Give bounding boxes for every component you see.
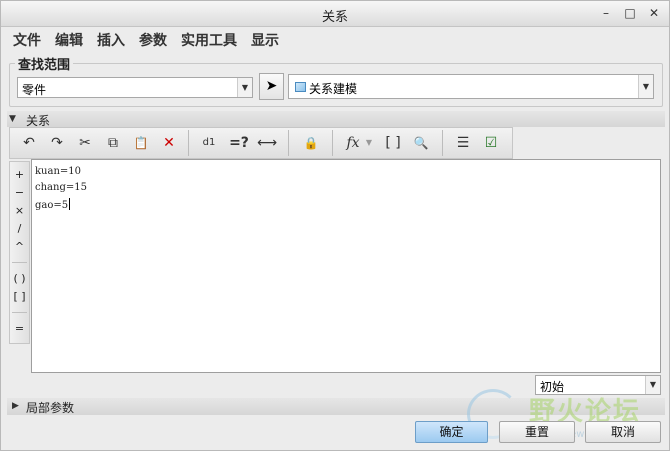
toolbar-divider xyxy=(188,130,189,156)
brackets-icon[interactable]: [ ] xyxy=(382,132,404,154)
menu-show[interactable]: 显示 xyxy=(245,31,287,51)
evaluate-icon[interactable]: =? xyxy=(228,132,250,154)
delete-icon[interactable]: ✕ xyxy=(158,132,180,154)
measure-icon[interactable]: ⟷ xyxy=(256,132,278,154)
units-value: 初始 xyxy=(540,380,565,394)
relations-toolbar: ↶ ↷ ✂ ⧉ 📋 ✕ d1 =? ⟷ 🔒 fx ▼ [ ] 🔍 ☰ ☑ xyxy=(9,127,513,159)
local-params-header[interactable]: ▶ 局部参数 xyxy=(7,398,665,415)
operator-divider xyxy=(12,262,27,263)
switch-dims-icon[interactable]: d1 xyxy=(198,132,220,154)
toolbar-divider xyxy=(332,130,333,156)
minus-operator[interactable]: − xyxy=(10,186,29,200)
undo-icon[interactable]: ↶ xyxy=(18,132,40,154)
relation-line: gao=5 xyxy=(35,198,71,211)
scope-type-value: 零件 xyxy=(22,83,47,97)
close-button[interactable]: ✕ xyxy=(647,5,661,21)
cut-icon[interactable]: ✂ xyxy=(74,132,96,154)
menu-insert[interactable]: 插入 xyxy=(91,31,133,51)
menu-file[interactable]: 文件 xyxy=(7,31,49,51)
chevron-down-icon: ▼ xyxy=(237,78,252,97)
toolbar-divider xyxy=(442,130,443,156)
text-caret xyxy=(69,198,71,210)
verify-icon[interactable]: ☑ xyxy=(480,132,502,154)
cancel-button[interactable]: 取消 xyxy=(585,421,661,443)
insert-param-icon[interactable]: 🔍 xyxy=(410,132,432,154)
relations-section-header[interactable]: ▼ 关系 xyxy=(7,111,665,128)
menu-utilities[interactable]: 实用工具 xyxy=(175,31,245,51)
collapse-triangle-icon: ▼ xyxy=(9,114,16,124)
minimize-button[interactable]: – xyxy=(599,5,613,21)
menu-bar: 文件 编辑 插入 参数 实用工具 显示 xyxy=(7,31,287,51)
part-cube-icon xyxy=(295,82,306,92)
units-select[interactable]: 初始 ▼ xyxy=(535,375,661,395)
divide-operator[interactable]: / xyxy=(10,222,29,236)
function-icon[interactable]: fx xyxy=(342,132,364,154)
menu-edit[interactable]: 编辑 xyxy=(49,31,91,51)
paste-icon[interactable]: 📋 xyxy=(130,132,152,154)
relations-dialog: 关系 – □ ✕ 文件 编辑 插入 参数 实用工具 显示 查找范围 零件 ▼ ➤… xyxy=(0,0,670,451)
sort-relations-icon[interactable]: ☰ xyxy=(452,132,474,154)
scope-type-select[interactable]: 零件 ▼ xyxy=(17,77,253,98)
maximize-button[interactable]: □ xyxy=(623,5,637,21)
model-select[interactable]: 关系建模 ▼ xyxy=(288,74,654,99)
cursor-arrow-icon: ➤ xyxy=(265,78,278,94)
brackets-operator[interactable]: [ ] xyxy=(10,290,29,304)
title-bar: 关系 – □ ✕ xyxy=(1,1,669,27)
equals-operator[interactable]: = xyxy=(10,322,29,336)
show-params-icon[interactable]: 🔒 xyxy=(300,132,322,154)
lookup-scope-legend: 查找范围 xyxy=(15,54,74,73)
power-operator[interactable]: ^ xyxy=(10,240,29,254)
relation-line-text: gao=5 xyxy=(35,200,69,211)
plus-operator[interactable]: + xyxy=(10,168,29,182)
chevron-down-icon: ▼ xyxy=(645,376,660,394)
multiply-operator[interactable]: × xyxy=(10,204,29,218)
select-arrow-button[interactable]: ➤ xyxy=(259,73,284,100)
local-params-label: 局部参数 xyxy=(26,401,75,415)
toolbar-divider xyxy=(288,130,289,156)
model-value: 关系建模 xyxy=(309,82,358,96)
copy-icon[interactable]: ⧉ xyxy=(102,132,124,154)
chevron-down-icon[interactable]: ▼ xyxy=(364,132,374,154)
ok-button[interactable]: 确定 xyxy=(415,421,488,443)
window-title: 关系 xyxy=(321,10,348,25)
operator-divider xyxy=(12,312,27,313)
reset-button[interactable]: 重置 xyxy=(499,421,575,443)
relation-line: chang=15 xyxy=(35,182,87,193)
menu-parameters[interactable]: 参数 xyxy=(133,31,175,51)
redo-icon[interactable]: ↷ xyxy=(46,132,68,154)
relations-editor[interactable]: kuan=10 chang=15 gao=5 xyxy=(31,159,661,373)
parentheses-operator[interactable]: ( ) xyxy=(10,272,29,286)
relation-line: kuan=10 xyxy=(35,166,82,177)
expand-triangle-icon: ▶ xyxy=(12,401,19,411)
operator-palette: + − × / ^ ( ) [ ] = xyxy=(9,161,30,344)
chevron-down-icon: ▼ xyxy=(638,75,653,98)
